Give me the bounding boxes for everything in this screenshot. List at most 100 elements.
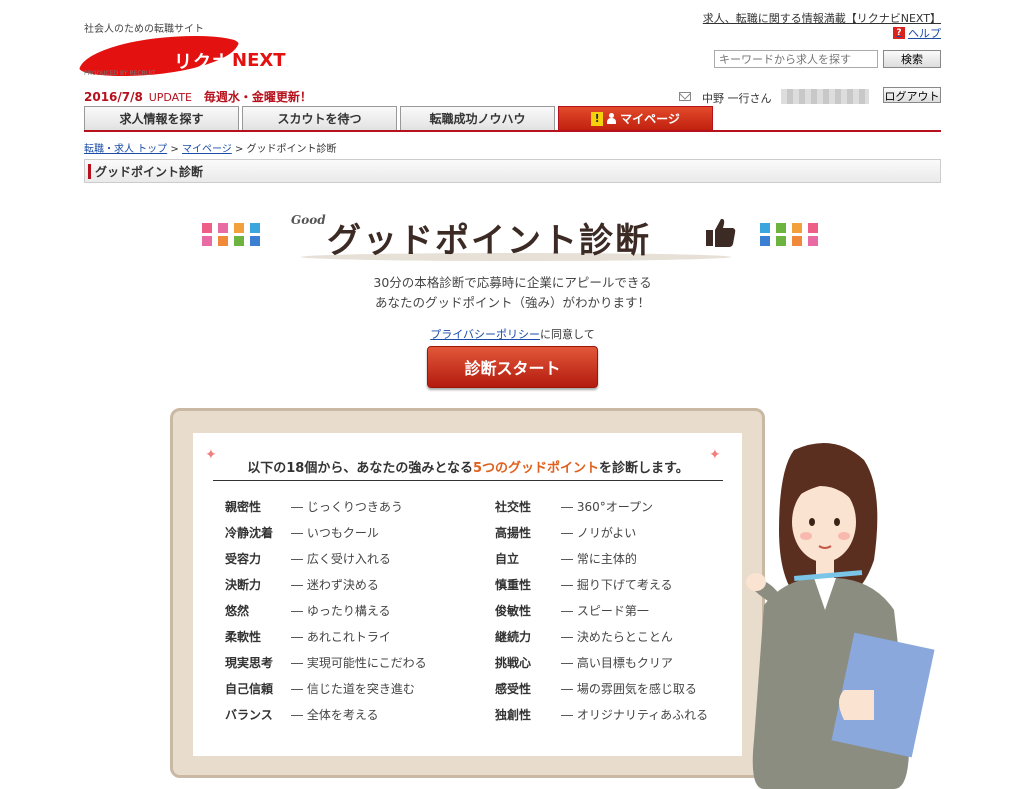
trait-name: 悠然 (225, 604, 250, 618)
trait-row: 継続力 ― 決めたらとことん (495, 628, 708, 654)
tab-scout[interactable]: スカウトを待つ (242, 106, 397, 130)
tab-mypage-label: マイページ (620, 112, 680, 126)
traits-board-inner: ✦ ✦ 以下の18個から、あなたの強みとなる5つのグッドポイントを診断します。 … (193, 433, 742, 756)
logout-button[interactable]: ログアウト (883, 87, 941, 103)
decorative-square (234, 223, 244, 233)
trait-row: 柔軟性 ― あれこれトライ (225, 628, 427, 654)
breadcrumb-top-link[interactable]: 転職・求人 トップ (84, 144, 167, 155)
trait-name: 俊敏性 (495, 604, 532, 618)
breadcrumb: 転職・求人 トップ > マイページ > グッドポイント診断 (84, 140, 337, 155)
weekly-update-text: 毎週水・金曜更新！ (203, 90, 312, 104)
trait-name: 冷静沈着 (225, 526, 274, 540)
trait-row: バランス ― 全体を考える (225, 706, 427, 732)
trait-desc: ― いつもクール (291, 526, 379, 540)
trait-name: 慎重性 (495, 578, 532, 592)
trait-desc: ― じっくりつきあう (291, 500, 403, 514)
trait-name: 決断力 (225, 578, 262, 592)
traits-left-column: 親密性 ― じっくりつきあう 冷静沈着 ― いつもクール 受容力 ― 広く受け入れる … (225, 498, 427, 732)
trait-name: バランス (225, 708, 273, 722)
traits-board: ✦ ✦ 以下の18個から、あなたの強みとなる5つのグッドポイントを診断します。 … (170, 408, 765, 778)
trait-row: 俊敏性 ― スピード第一 (495, 602, 708, 628)
decorative-square (776, 223, 786, 233)
tab-search-jobs[interactable]: 求人情報を探す (84, 106, 239, 130)
search-input[interactable] (714, 50, 878, 68)
decorative-square (760, 236, 770, 246)
decorative-square (202, 223, 212, 233)
breadcrumb-separator: > (170, 144, 179, 155)
decorative-square (250, 236, 260, 246)
trait-name: 現実思考 (225, 656, 274, 670)
site-tagline: 社会人のための転職サイト (84, 24, 204, 35)
traits-right-column: 社交性 ― 360°オープン 高揚性 ― ノリがよい 自立 ― 常に主体的 慎重性 ― … (495, 498, 708, 732)
trait-row: 決断力 ― 迷わず決める (225, 576, 427, 602)
traits-heading-suffix: を診断します。 (599, 461, 689, 476)
trait-desc: ― 掘り下げて考える (561, 578, 673, 592)
trait-row: 社交性 ― 360°オープン (495, 498, 708, 524)
woman-illustration (746, 442, 935, 789)
trait-desc: ― 広く受け入れる (291, 552, 391, 566)
trait-name: 受容力 (225, 552, 262, 566)
hero-good-label: Good (291, 213, 326, 227)
decorative-square (218, 223, 228, 233)
hero-title-text: グッドポイント診断 (327, 221, 651, 261)
traits-heading: 以下の18個から、あなたの強みとなる5つのグッドポイントを診断します。 (213, 457, 723, 481)
decorative-square (760, 223, 770, 233)
tab-mypage[interactable]: ! マイページ (558, 106, 713, 130)
trait-row: 慎重性 ― 掘り下げて考える (495, 576, 708, 602)
trait-desc: ― ゆったり構える (291, 604, 391, 618)
privacy-policy-link[interactable]: プライバシーポリシー (430, 328, 540, 341)
traits-heading-accent: 5つのグッドポイント (472, 461, 600, 476)
trait-row: 受容力 ― 広く受け入れる (225, 550, 427, 576)
section-title: グッドポイント診断 (84, 159, 941, 183)
breadcrumb-current: グッドポイント診断 (246, 144, 337, 155)
trait-desc: ― 実現可能性にこだわる (291, 656, 427, 670)
hero-description-line-2: あなたのグッドポイント（強み）がわかります！ (374, 295, 650, 310)
mail-icon[interactable] (679, 92, 691, 101)
diagnosis-start-button[interactable]: 診断スタート (427, 346, 598, 388)
thumbs-up-icon (706, 218, 736, 247)
trait-name: 挑戦心 (495, 656, 532, 670)
trait-name: 親密性 (225, 500, 262, 514)
help-link[interactable]: ? ヘルプ (893, 25, 941, 41)
update-info: 2016/7/8 UPDATE 毎週水・金曜更新！ (84, 88, 312, 105)
trait-desc: ― 高い目標もクリア (561, 656, 673, 670)
trait-row: 冷静沈着 ― いつもクール (225, 524, 427, 550)
breadcrumb-mypage-link[interactable]: マイページ (182, 144, 232, 155)
privacy-suffix: に同意して (540, 328, 595, 341)
help-label: ヘルプ (908, 27, 941, 40)
trait-desc: ― 360°オープン (561, 500, 653, 514)
trait-desc: ― 場の雰囲気を感じ取る (561, 682, 697, 696)
tab-knowhow[interactable]: 転職成功ノウハウ (400, 106, 555, 130)
decorative-square (792, 236, 802, 246)
trait-name: 社交性 (495, 500, 532, 514)
trait-row: 現実思考 ― 実現可能性にこだわる (225, 654, 427, 680)
trait-row: 挑戦心 ― 高い目標もクリア (495, 654, 708, 680)
privacy-consent: プライバシーポリシーに同意して (84, 326, 941, 342)
traits-heading-prefix: 以下の18個から、あなたの強みとなる (247, 461, 473, 476)
person-icon (607, 113, 617, 124)
page: 社会人のための転職サイト リクナビ NEXT PRODUCED BY RECRU… (76, 0, 941, 789)
decorative-square (808, 223, 818, 233)
decorative-square (218, 236, 228, 246)
trait-desc: ― 迷わず決める (291, 578, 379, 592)
trait-name: 独創性 (495, 708, 532, 722)
trait-desc: ― スピード第一 (561, 604, 649, 618)
trait-name: 自立 (495, 552, 520, 566)
redacted-area (781, 89, 869, 104)
decorative-square (776, 236, 786, 246)
trait-row: 親密性 ― じっくりつきあう (225, 498, 427, 524)
trait-row: 自己信頼 ― 信じた道を突き進む (225, 680, 427, 706)
hero-description-line-1: 30分の本格診断で応募時に企業にアピールできる (373, 275, 652, 290)
logo-produced-by: PRODUCED BY RECRUIT (84, 70, 156, 77)
update-label: UPDATE (148, 91, 193, 104)
trait-desc: ― 決めたらとことん (561, 630, 673, 644)
exclamation-icon: ! (591, 111, 604, 126)
hero-title: Good グッドポイント診断 (291, 207, 746, 263)
trait-row: 高揚性 ― ノリがよい (495, 524, 708, 550)
trait-name: 感受性 (495, 682, 532, 696)
trait-desc: ― ノリがよい (561, 526, 637, 540)
trait-desc: ― 常に主体的 (561, 552, 637, 566)
site-info-link[interactable]: 求人、転職に関する情報満載【リクナビNEXT】 (703, 10, 941, 26)
search-button[interactable]: 検索 (883, 50, 941, 68)
trait-desc: ― あれこれトライ (291, 630, 391, 644)
